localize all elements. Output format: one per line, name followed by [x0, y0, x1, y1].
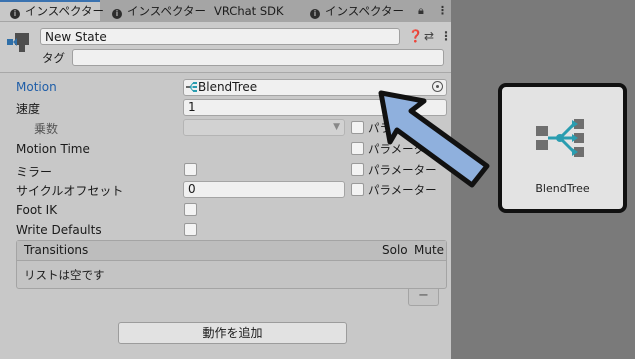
multiplier-parameter-checkbox[interactable]: [351, 121, 364, 134]
write-defaults-label: Write Defaults: [16, 223, 102, 237]
presets-icon[interactable]: ⇄: [424, 29, 434, 43]
help-icon[interactable]: ❓: [408, 29, 423, 43]
motion-time-parameter-label: パラメーター: [368, 142, 437, 156]
motion-label: Motion: [16, 80, 57, 94]
speed-field[interactable]: 1: [183, 99, 447, 116]
tab-inspector-3[interactable]: i インスペクター: [310, 0, 404, 22]
mirror-parameter-label: パラメーター: [368, 163, 437, 177]
mute-column-label: Mute: [414, 243, 445, 257]
foot-ik-label: Foot IK: [16, 203, 58, 217]
chevron-down-icon: ▼: [333, 122, 340, 132]
blendtree-preview: BlendTree: [498, 83, 627, 213]
tab-inspector-1[interactable]: i インスペクター: [0, 0, 104, 21]
mirror-checkbox[interactable]: [184, 163, 197, 176]
blendtree-label: BlendTree: [535, 182, 590, 195]
tab-bar: i インスペクター i インスペクター VRChat SDK i インスペクター 🔒︎…: [0, 0, 451, 23]
cycle-offset-parameter-checkbox[interactable]: [351, 183, 364, 196]
inspector-panel: i インスペクター i インスペクター VRChat SDK i インスペクター 🔒︎…: [0, 0, 451, 359]
transitions-header: Transitions Solo Mute: [17, 241, 446, 261]
state-name-field[interactable]: New State: [40, 28, 400, 45]
multiplier-parameter-label: パラメーター: [368, 121, 437, 135]
solo-column-label: Solo: [382, 243, 408, 257]
write-defaults-checkbox[interactable]: [184, 223, 197, 236]
empty-list-text: リストは空です: [24, 268, 105, 282]
cycle-offset-parameter-label: パラメーター: [368, 183, 437, 197]
remove-transition-button[interactable]: −: [408, 289, 439, 306]
mirror-label: ミラー: [16, 165, 53, 179]
multiplier-dropdown: ▼: [183, 119, 345, 136]
transitions-list: Transitions Solo Mute リストは空です: [16, 240, 447, 289]
cycle-offset-field[interactable]: 0: [183, 181, 345, 198]
info-icon: i: [112, 9, 122, 19]
add-behaviour-button[interactable]: 動作を追加: [118, 322, 347, 344]
blendtree-small-icon: [186, 81, 198, 92]
motion-time-label: Motion Time: [16, 142, 90, 156]
mirror-parameter-checkbox[interactable]: [351, 163, 364, 176]
tab-vrchat-sdk[interactable]: VRChat SDK: [214, 0, 284, 22]
tag-label: タグ: [42, 51, 65, 65]
menu-icon[interactable]: ⋮: [437, 4, 448, 17]
info-icon: i: [310, 9, 320, 19]
lock-icon[interactable]: 🔒︎: [418, 4, 424, 18]
motion-field[interactable]: BlendTree: [183, 79, 447, 96]
multiplier-label: 乗数: [34, 122, 59, 136]
tag-field[interactable]: [72, 49, 444, 66]
object-picker-icon[interactable]: [432, 81, 443, 92]
info-icon: i: [10, 9, 20, 19]
motion-value: BlendTree: [198, 80, 258, 94]
cycle-offset-label: サイクルオフセット: [16, 184, 124, 198]
foot-ik-checkbox[interactable]: [184, 203, 197, 216]
animator-state-icon: [7, 33, 29, 52]
speed-label: 速度: [16, 102, 41, 116]
motion-time-parameter-checkbox[interactable]: [351, 142, 364, 155]
tab-inspector-2[interactable]: i インスペクター: [112, 0, 206, 22]
transitions-title: Transitions: [24, 243, 89, 257]
context-menu-icon[interactable]: ⋮: [440, 29, 451, 43]
